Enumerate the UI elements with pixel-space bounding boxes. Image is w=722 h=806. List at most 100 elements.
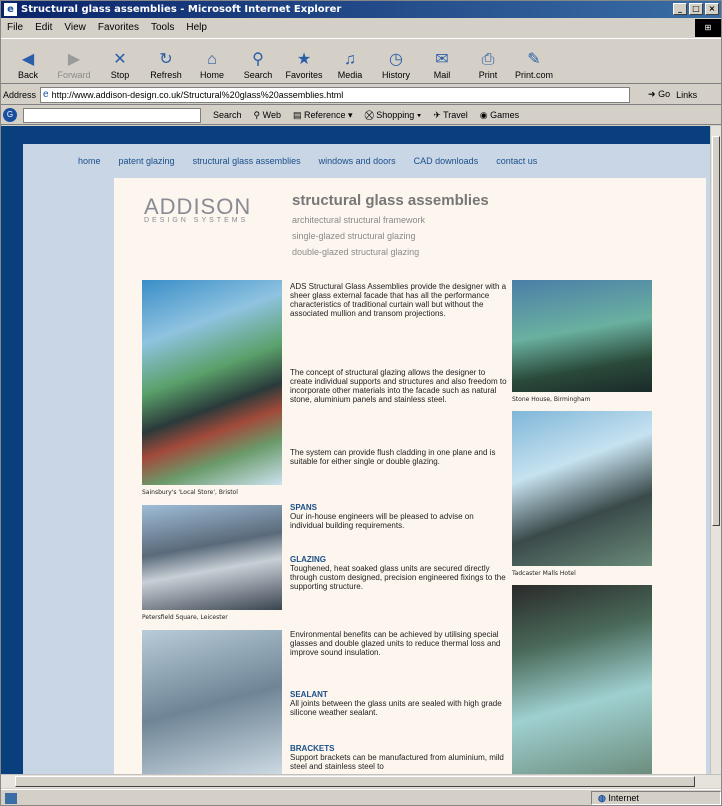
- search-button[interactable]: ⚲ Search: [235, 39, 281, 83]
- history-icon: ◷: [389, 51, 403, 68]
- printcom-label: Print.com: [514, 70, 553, 80]
- forward-arrow-icon: ▶: [67, 51, 81, 68]
- refresh-button[interactable]: ↻ Refresh: [143, 39, 189, 83]
- spans-section: SPANS Our in-house engineers will be ple…: [290, 503, 508, 530]
- nav-patent-glazing[interactable]: patent glazing: [119, 156, 175, 166]
- caption-tadcaster: Tadcaster Malls Hotel: [512, 570, 576, 577]
- favorites-button[interactable]: ★ Favorites: [281, 39, 327, 83]
- nav-windows-doors[interactable]: windows and doors: [319, 156, 396, 166]
- maximize-button[interactable]: □: [689, 3, 703, 15]
- search-toolbar: G Search ⚲ Web ▤ Reference ▾ ⛒ Shopping …: [1, 106, 721, 125]
- home-icon: ⌂: [207, 51, 217, 68]
- forward-button[interactable]: ▶ Forward: [51, 39, 97, 83]
- addison-logo[interactable]: ADDISON DESIGN SYSTEMS: [144, 194, 264, 244]
- browser-window: e Structural glass assemblies - Microsof…: [0, 0, 722, 806]
- photo-balustrade: [512, 585, 652, 774]
- printcom-button[interactable]: ✎ Print.com: [511, 39, 557, 83]
- print-button[interactable]: ⎙ Print: [465, 39, 511, 83]
- logo-sub: DESIGN SYSTEMS: [144, 217, 249, 224]
- nav-contact[interactable]: contact us: [496, 156, 537, 166]
- shopping-label: Shopping: [376, 109, 415, 120]
- brackets-text: Support brackets can be manufactured fro…: [290, 753, 504, 771]
- photo-petersfield: [142, 505, 282, 610]
- media-button[interactable]: ♫ Media: [327, 39, 373, 83]
- toolbar-games-button[interactable]: ◉ Games: [480, 110, 519, 121]
- sealant-heading: SEALANT: [290, 690, 328, 699]
- sealant-section: SEALANT All joints between the glass uni…: [290, 690, 508, 717]
- media-label: Media: [337, 70, 363, 80]
- back-label: Back: [17, 70, 38, 80]
- print-icon: ⎙: [481, 51, 495, 68]
- toolbar-shopping-button[interactable]: ⛒ Shopping ▾: [365, 110, 422, 121]
- page-viewport: home patent glazing structural glass ass…: [1, 126, 710, 774]
- page-title: structural glass assemblies: [292, 192, 489, 209]
- horizontal-scroll-thumb[interactable]: [15, 776, 695, 787]
- content-panel: ADDISON DESIGN SYSTEMS structural glass …: [114, 178, 706, 774]
- page-status-icon: [5, 792, 17, 804]
- glazing-text: Toughened, heat soaked glass units are s…: [290, 564, 506, 591]
- vertical-scroll-thumb[interactable]: [712, 136, 720, 526]
- nav-cad-downloads[interactable]: CAD downloads: [414, 156, 479, 166]
- address-label: Address: [3, 89, 37, 100]
- spans-text: Our in-house engineers will be pleased t…: [290, 512, 474, 530]
- photo-stone-house: [512, 280, 652, 392]
- go-button[interactable]: ➜ Go: [648, 89, 670, 100]
- forward-label: Forward: [57, 70, 91, 80]
- nav-structural-glass[interactable]: structural glass assemblies: [193, 156, 301, 166]
- menu-bar: File Edit View Favorites Tools Help ⊞: [1, 19, 721, 37]
- menu-file[interactable]: File: [7, 19, 23, 37]
- page-icon: e: [43, 89, 49, 100]
- search-label: Search: [243, 70, 273, 80]
- subtitle-double[interactable]: double-glazed structural glazing: [292, 247, 419, 257]
- stop-button[interactable]: ✕ Stop: [97, 39, 143, 83]
- window-title: Structural glass assemblies - Microsoft …: [21, 4, 342, 15]
- menu-view[interactable]: View: [64, 19, 86, 37]
- windows-logo-icon: ⊞: [695, 19, 721, 37]
- subtitle-single[interactable]: single-glazed structural glazing: [292, 231, 416, 241]
- vertical-scrollbar[interactable]: [710, 126, 721, 774]
- mail-button[interactable]: ✉ Mail: [419, 39, 465, 83]
- toolbar-web-button[interactable]: ⚲ Web: [254, 110, 281, 121]
- web-icon: ⚲: [253, 109, 261, 120]
- travel-icon: ✈: [433, 109, 441, 120]
- toolbar-search-input[interactable]: [23, 107, 201, 123]
- go-label: Go: [658, 89, 671, 99]
- spans-heading: SPANS: [290, 503, 317, 512]
- intro-text: ADS Structural Glass Assemblies provide …: [290, 282, 507, 318]
- horizontal-scrollbar[interactable]: [1, 774, 721, 788]
- links-button[interactable]: Links: [676, 90, 697, 100]
- minimize-button[interactable]: _: [673, 3, 687, 15]
- subtitle-framework[interactable]: architectural structural framework: [292, 215, 425, 225]
- menu-edit[interactable]: Edit: [35, 19, 52, 37]
- history-label: History: [381, 70, 410, 80]
- security-zone: ◍ Internet: [591, 791, 721, 805]
- shopping-icon: ⛒: [364, 109, 374, 120]
- menu-help[interactable]: Help: [186, 19, 207, 37]
- toolbar-reference-button[interactable]: ▤ Reference ▾: [293, 110, 353, 121]
- reference-icon: ▤: [292, 109, 302, 120]
- photo-tadcaster: [512, 411, 652, 566]
- history-button[interactable]: ◷ History: [373, 39, 419, 83]
- sealant-text: All joints between the glass units are s…: [290, 699, 502, 717]
- zone-label: Internet: [608, 793, 639, 803]
- nav-home[interactable]: home: [78, 156, 101, 166]
- menu-tools[interactable]: Tools: [151, 19, 174, 37]
- ie-icon: e: [4, 3, 17, 16]
- home-button[interactable]: ⌂ Home: [189, 39, 235, 83]
- glazing-heading: GLAZING: [290, 555, 326, 564]
- caption-petersfield: Petersfield Square, Leicester: [142, 614, 228, 621]
- web-label: Web: [262, 109, 281, 120]
- system-text: The system can provide flush cladding in…: [290, 448, 496, 466]
- address-input[interactable]: e http://www.addison-design.co.uk/Struct…: [40, 86, 631, 103]
- refresh-icon: ↻: [159, 51, 173, 68]
- back-button[interactable]: ◀ Back: [5, 39, 51, 83]
- menu-favorites[interactable]: Favorites: [98, 19, 139, 37]
- favorites-label: Favorites: [285, 70, 323, 80]
- photo-sainsburys: [142, 280, 282, 485]
- address-bar: Address e http://www.addison-design.co.u…: [1, 85, 721, 105]
- close-button[interactable]: ×: [705, 3, 719, 15]
- printcom-icon: ✎: [527, 51, 541, 68]
- reference-label: Reference: [304, 109, 346, 120]
- toolbar-search-button[interactable]: Search: [213, 110, 242, 120]
- toolbar-travel-button[interactable]: ✈ Travel: [433, 110, 468, 121]
